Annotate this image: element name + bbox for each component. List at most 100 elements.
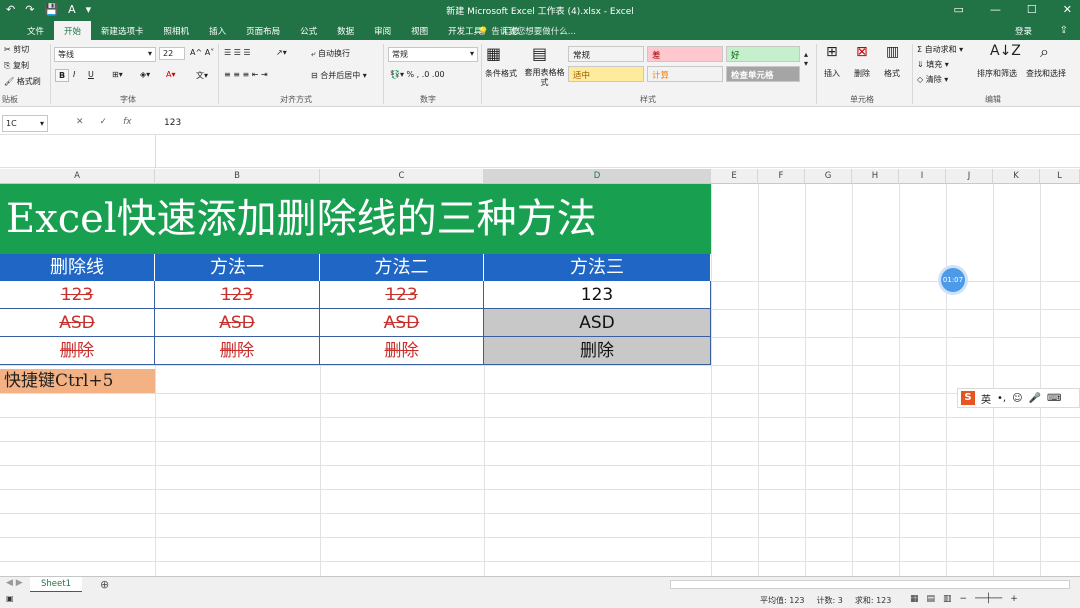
find-select-button[interactable]: 查找和选择 [1026,68,1066,79]
column-header-D[interactable]: D [484,169,711,184]
macro-record-icon[interactable]: ▣ [6,594,14,603]
column-header-L[interactable]: L [1040,169,1080,184]
column-header-K[interactable]: K [993,169,1040,184]
bold-button[interactable]: B [55,69,69,82]
tab-home[interactable]: 开始 [54,21,92,40]
column-header-F[interactable]: F [758,169,805,184]
name-box[interactable]: 1C ▾ [2,115,48,132]
fx-icon[interactable]: fx [123,117,132,127]
column-header-G[interactable]: G [805,169,852,184]
data-cell[interactable]: ASD [0,309,155,337]
conditional-format-button[interactable]: 条件格式 [485,68,517,79]
style-normal[interactable]: 常规 [568,46,644,62]
tab-file[interactable]: 文件 [17,21,54,40]
keyboard-icon[interactable]: ⌨ [1047,393,1061,404]
login-button[interactable]: 登录 [1015,25,1032,37]
tab-formulas[interactable]: 公式 [290,21,327,40]
column-header-B[interactable]: B [155,169,320,184]
header-cell-strikethrough[interactable]: 删除线 [0,254,155,281]
tab-new[interactable]: 新建选项卡 [91,21,154,40]
column-header-E[interactable]: E [711,169,758,184]
sheet-nav-icon[interactable]: ◀ ▶ [6,578,23,588]
data-cell[interactable]: 删除 [155,337,320,365]
tab-page-layout[interactable]: 页面布局 [236,21,290,40]
ime-language-toggle[interactable]: 英 [981,391,991,406]
data-cell[interactable]: 删除 [0,337,155,365]
zoom-slider[interactable]: ──┼── [975,594,1002,604]
sheet-title-cell[interactable]: Excel快速添加删除线的三种方法 [0,184,711,254]
delete-cells-button[interactable]: 删除 [854,68,870,79]
header-cell-method-3[interactable]: 方法三 [484,254,711,281]
insert-cells-button[interactable]: 插入 [824,68,840,79]
sort-filter-button[interactable]: 排序和筛选 [977,68,1017,79]
tab-data[interactable]: 数据 [327,21,364,40]
minimize-icon[interactable]: — [990,3,1001,16]
underline-button[interactable]: U [88,70,94,79]
style-check-cell[interactable]: 检查单元格 [726,66,800,82]
tell-me-box[interactable]: 💡 告诉我您想要做什么... [478,25,576,37]
font-size-select[interactable]: 22 [159,47,185,60]
header-cell-method-1[interactable]: 方法一 [155,254,320,281]
data-cell[interactable]: ASD [320,309,484,337]
fill-button[interactable]: ⇓ 填充 ▾ [917,59,949,70]
merge-center-button[interactable]: ⊟ 合并后居中 ▾ [311,70,367,81]
data-cell[interactable]: 123 [0,281,155,309]
page-break-view-icon[interactable]: ▥ [943,594,952,604]
italic-button[interactable]: I [73,70,75,79]
enter-icon[interactable]: ✓ [100,117,108,127]
format-painter-button[interactable]: 🖌 格式刷 [4,76,41,87]
styles-more-icon[interactable]: ▴ ▾ [804,50,808,68]
number-format-select[interactable]: 常规 ▾ [388,47,478,62]
column-header-C[interactable]: C [320,169,484,184]
style-calculation[interactable]: 计算 [647,66,723,82]
format-cells-button[interactable]: 格式 [884,68,900,79]
data-cell[interactable]: 删除 [320,337,484,365]
column-header-J[interactable]: J [946,169,993,184]
data-cell-selected[interactable]: 删除 [484,337,711,365]
close-icon[interactable]: ✕ [1063,3,1072,16]
cut-button[interactable]: ✂ 剪切 [4,44,29,55]
sheet-tab-sheet1[interactable]: Sheet1 [30,577,82,593]
horizontal-scrollbar[interactable] [670,580,1070,589]
grow-font-icon[interactable]: A^ A˅ [190,48,214,57]
worksheet-grid[interactable]: Excel快速添加删除线的三种方法 删除线 方法一 方法二 方法三 123 12… [0,184,1080,576]
table-format-button[interactable]: 套用表格格式 [522,68,567,88]
column-header-A[interactable]: A [0,169,155,184]
punctuation-icon[interactable]: •, [997,393,1006,404]
wrap-text-button[interactable]: ⤶ 自动换行 [311,48,350,59]
column-header-H[interactable]: H [852,169,899,184]
data-cell-selected[interactable]: 123 [484,281,711,309]
fill-color-icon[interactable]: ◈▾ [140,70,150,79]
normal-view-icon[interactable]: ▦ [910,594,919,604]
border-icon[interactable]: ⊞▾ [112,70,123,79]
clear-button[interactable]: ◇ 清除 ▾ [917,74,948,85]
data-cell[interactable]: 123 [320,281,484,309]
font-name-select[interactable]: 等线 ▾ [54,47,156,62]
align-top-icon[interactable]: ☰ ☰ ☰ [224,48,251,57]
align-left-icon[interactable]: ≡ ≡ ≡ ⇤ ⇥ [224,70,268,79]
formula-input[interactable]: 123 [164,118,181,128]
tab-insert[interactable]: 插入 [199,21,236,40]
orientation-icon[interactable]: ↗▾ [276,48,287,57]
tab-view[interactable]: 视图 [401,21,438,40]
column-header-I[interactable]: I [899,169,946,184]
autosum-button[interactable]: Σ 自动求和 ▾ [917,44,963,55]
cancel-icon[interactable]: ✕ [76,117,84,127]
zoom-in-icon[interactable]: + [1010,594,1018,604]
share-icon[interactable]: ⇪ [1060,25,1068,36]
add-sheet-icon[interactable]: ⊕ [100,578,109,591]
style-good[interactable]: 好 [726,46,800,62]
data-cell-selected[interactable]: ASD [484,309,711,337]
ribbon-display-icon[interactable]: ▭ [954,3,964,16]
microphone-icon[interactable]: 🎤 [1029,393,1041,404]
tab-camera[interactable]: 照相机 [154,21,200,40]
copy-button[interactable]: ⎘ 复制 [4,60,29,71]
currency-icon[interactable]: 💱▾ % , .0 .00 [390,70,445,79]
data-cell[interactable]: 123 [155,281,320,309]
emoji-icon[interactable]: ☺ [1012,393,1022,404]
header-cell-method-2[interactable]: 方法二 [320,254,484,281]
font-color-icon[interactable]: A▾ [166,70,176,79]
data-cell[interactable]: ASD [155,309,320,337]
style-neutral[interactable]: 适中 [568,66,644,82]
maximize-icon[interactable]: ☐ [1027,3,1037,16]
